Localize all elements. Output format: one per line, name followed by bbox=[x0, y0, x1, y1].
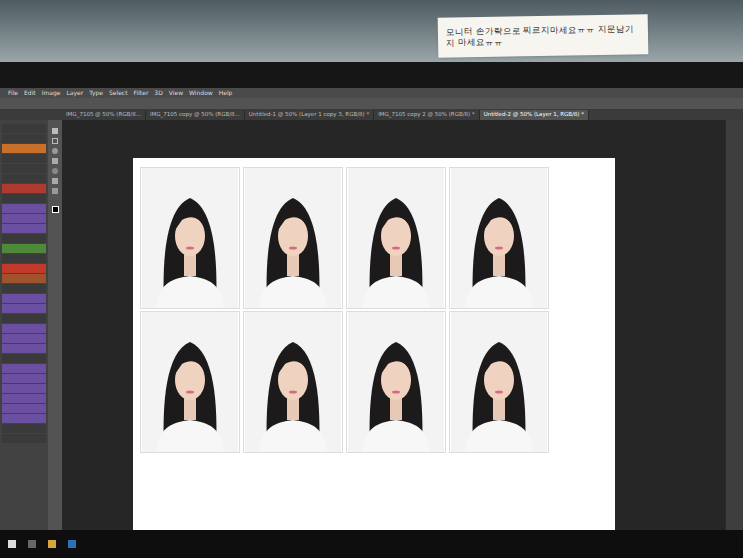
scene: 모니터 손가락으로 찌르지마세요ㅠㅠ 지문남기지 마세요ㅠㅠ File Edit I… bbox=[0, 0, 743, 558]
eraser-tool-icon[interactable] bbox=[52, 178, 58, 184]
start-icon[interactable] bbox=[8, 540, 16, 548]
panel-row[interactable] bbox=[2, 284, 46, 293]
passport-photo bbox=[243, 311, 343, 453]
panel-row[interactable] bbox=[2, 134, 46, 143]
photoshop-icon[interactable] bbox=[68, 540, 76, 548]
tab-bar: IMG_7105 @ 50% (RGB/8...IMG_7105 copy @ … bbox=[0, 110, 743, 120]
document-tab[interactable]: IMG_7105 copy 2 @ 50% (RGB/8) * bbox=[374, 110, 479, 120]
panel-row[interactable] bbox=[2, 264, 46, 273]
document-tab[interactable]: IMG_7105 @ 50% (RGB/8... bbox=[62, 110, 146, 120]
panel-row[interactable] bbox=[2, 274, 46, 283]
panel-row[interactable] bbox=[2, 204, 46, 213]
passport-photo bbox=[449, 167, 549, 309]
passport-photo bbox=[140, 311, 240, 453]
panel-row[interactable] bbox=[2, 224, 46, 233]
toolbar bbox=[48, 120, 62, 530]
panel-row[interactable] bbox=[2, 254, 46, 263]
panel-row[interactable] bbox=[2, 234, 46, 243]
panel-row[interactable] bbox=[2, 384, 46, 393]
passport-photo bbox=[346, 311, 446, 453]
monitor-bezel bbox=[0, 62, 743, 88]
document-tab[interactable]: Untitled-1 @ 50% (Layer 1 copy 3, RGB/8)… bbox=[245, 110, 374, 120]
panel-row[interactable] bbox=[2, 434, 46, 443]
document[interactable] bbox=[133, 158, 615, 530]
document-tab[interactable]: IMG_7105 copy @ 50% (RGB/8... bbox=[146, 110, 245, 120]
left-panel bbox=[0, 120, 48, 530]
panel-row[interactable] bbox=[2, 214, 46, 223]
marquee-tool-icon[interactable] bbox=[52, 138, 58, 144]
menu-item[interactable]: Select bbox=[109, 90, 128, 96]
sticky-note: 모니터 손가락으로 찌르지마세요ㅠㅠ 지문남기지 마세요ㅠㅠ bbox=[438, 14, 649, 58]
panel-row[interactable] bbox=[2, 164, 46, 173]
panel-row[interactable] bbox=[2, 324, 46, 333]
panel-row[interactable] bbox=[2, 374, 46, 383]
panel-row[interactable] bbox=[2, 184, 46, 193]
panel-row[interactable] bbox=[2, 154, 46, 163]
photo-grid bbox=[140, 167, 550, 453]
panel-row[interactable] bbox=[2, 354, 46, 363]
panel-row[interactable] bbox=[2, 414, 46, 423]
move-tool-icon[interactable] bbox=[52, 128, 58, 134]
color-swatch-icon[interactable] bbox=[52, 206, 59, 213]
menu-item[interactable]: Type bbox=[89, 90, 103, 96]
passport-photo bbox=[140, 167, 240, 309]
menu-item[interactable]: Image bbox=[42, 90, 61, 96]
panel-row[interactable] bbox=[2, 124, 46, 133]
menu-item[interactable]: Layer bbox=[66, 90, 83, 96]
panel-row[interactable] bbox=[2, 334, 46, 343]
panel-row[interactable] bbox=[2, 294, 46, 303]
passport-photo bbox=[449, 311, 549, 453]
panel-row[interactable] bbox=[2, 174, 46, 183]
document-tab[interactable]: Untitled-2 @ 50% (Layer 1, RGB/8) * bbox=[480, 110, 589, 120]
menu-item[interactable]: File bbox=[8, 90, 18, 96]
passport-photo bbox=[346, 167, 446, 309]
menu-item[interactable]: 3D bbox=[154, 90, 162, 96]
options-bar bbox=[0, 98, 743, 110]
lasso-tool-icon[interactable] bbox=[52, 148, 58, 154]
menu-item[interactable]: View bbox=[169, 90, 183, 96]
workspace bbox=[0, 120, 743, 530]
panel-row[interactable] bbox=[2, 304, 46, 313]
menu-item[interactable]: Help bbox=[219, 90, 233, 96]
panel-row[interactable] bbox=[2, 394, 46, 403]
panel-row[interactable] bbox=[2, 144, 46, 153]
menu-item[interactable]: Filter bbox=[134, 90, 149, 96]
crop-tool-icon[interactable] bbox=[52, 158, 58, 164]
taskbar bbox=[0, 530, 743, 558]
folder-icon[interactable] bbox=[48, 540, 56, 548]
menu-item[interactable]: Edit bbox=[24, 90, 36, 96]
menu-item[interactable]: Window bbox=[189, 90, 213, 96]
brush-tool-icon[interactable] bbox=[52, 168, 58, 174]
menu-bar: File Edit Image Layer Type Select Filter 3D View… bbox=[0, 88, 743, 98]
panel-row[interactable] bbox=[2, 424, 46, 433]
panel-row[interactable] bbox=[2, 404, 46, 413]
panel-row[interactable] bbox=[2, 314, 46, 323]
panel-row[interactable] bbox=[2, 364, 46, 373]
app-icon[interactable] bbox=[28, 540, 36, 548]
passport-photo bbox=[243, 167, 343, 309]
panel-row[interactable] bbox=[2, 194, 46, 203]
text-tool-icon[interactable] bbox=[52, 188, 58, 194]
right-panel bbox=[725, 120, 743, 530]
canvas-area bbox=[62, 120, 725, 530]
panel-row[interactable] bbox=[2, 344, 46, 353]
panel-row[interactable] bbox=[2, 244, 46, 253]
